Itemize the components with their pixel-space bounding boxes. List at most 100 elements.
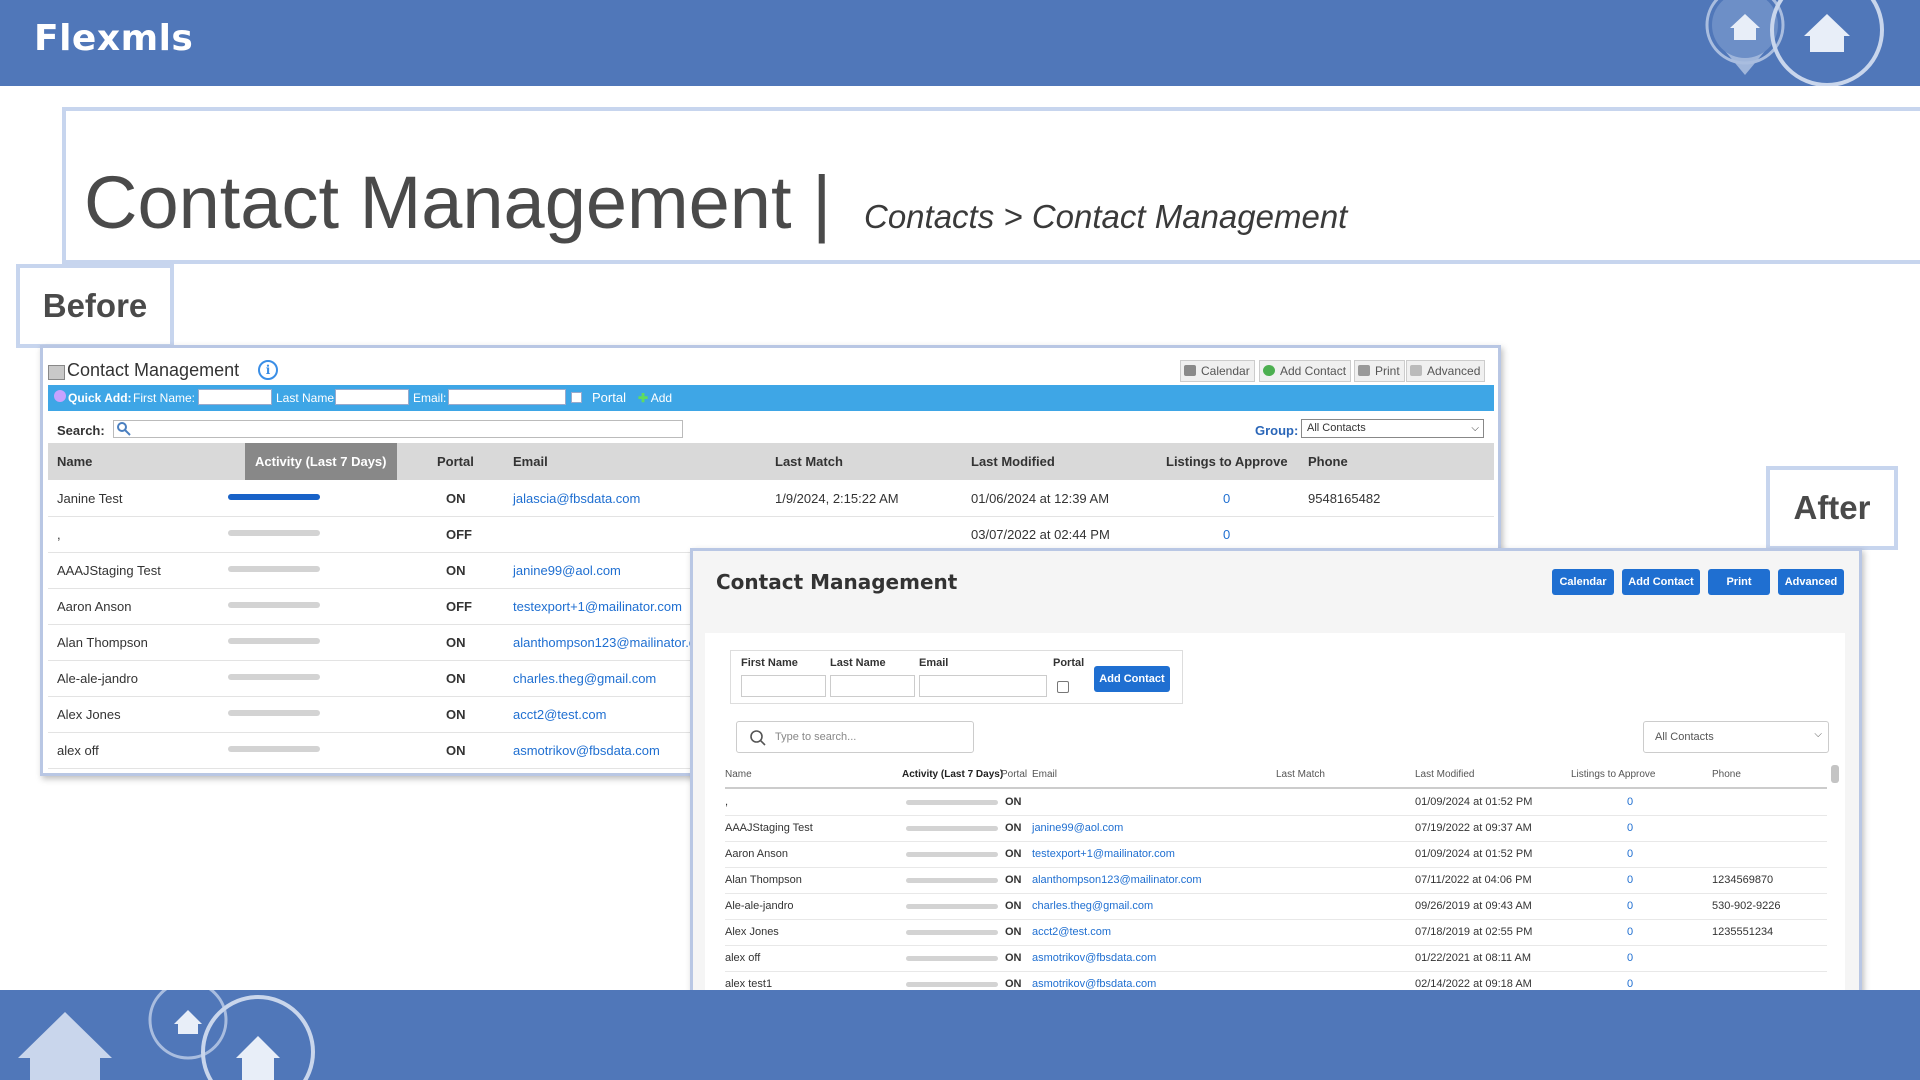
- quick-add-portal-checkbox[interactable]: [571, 392, 582, 403]
- contact-email[interactable]: asmotrikov@fbsdata.com: [1032, 952, 1156, 964]
- search-input[interactable]: Type to search...: [736, 721, 974, 753]
- new-col-email[interactable]: Email: [1032, 769, 1057, 780]
- portal-status: ON: [1005, 822, 1022, 834]
- contact-email[interactable]: janine99@aol.com: [513, 563, 621, 578]
- old-calendar-button[interactable]: Calendar: [1180, 360, 1255, 382]
- listings-to-approve[interactable]: 0: [1627, 796, 1633, 808]
- quick-add-label: Quick Add:: [68, 391, 132, 405]
- last-name-input[interactable]: [830, 675, 915, 697]
- contact-email[interactable]: alanthompson123@mailinator.c: [513, 635, 695, 650]
- contact-email[interactable]: asmotrikov@fbsdata.com: [513, 743, 660, 758]
- table-row[interactable]: AAAJStaging Test ON janine99@aol.com 07/19/…: [725, 815, 1827, 842]
- contact-name: Alan Thompson: [725, 874, 802, 886]
- col-listings-to-approve[interactable]: Listings to Approve: [1166, 454, 1288, 469]
- new-calendar-button[interactable]: Calendar: [1552, 569, 1614, 595]
- first-name-input[interactable]: [741, 675, 826, 697]
- table-row[interactable]: Ale-ale-jandro ON charles.theg@gmail.com 09…: [725, 893, 1827, 920]
- quick-add-last-name-input[interactable]: [335, 389, 409, 405]
- info-icon[interactable]: i: [258, 360, 278, 380]
- activity-bar: [228, 566, 320, 572]
- old-add-contact-button[interactable]: Add Contact: [1259, 360, 1352, 382]
- old-calendar-label: Calendar: [1201, 364, 1250, 378]
- last-modified: 07/19/2022 at 09:37 AM: [1415, 822, 1532, 834]
- col-activity[interactable]: Activity (Last 7 Days): [245, 443, 397, 480]
- contact-email[interactable]: acct2@test.com: [513, 707, 606, 722]
- activity-bar: [228, 638, 320, 644]
- table-row[interactable]: Alex Jones ON acct2@test.com 07/18/2019 at …: [725, 919, 1827, 946]
- old-print-button[interactable]: Print: [1354, 360, 1405, 382]
- contact-email[interactable]: jalascia@fbsdata.com: [513, 491, 640, 506]
- new-print-button[interactable]: Print: [1708, 569, 1770, 595]
- contact-name: Ale-ale-jandro: [725, 900, 794, 912]
- contact-email[interactable]: acct2@test.com: [1032, 926, 1111, 938]
- contact-name: Alex Jones: [725, 926, 779, 938]
- old-advanced-button[interactable]: Advanced: [1406, 360, 1486, 382]
- portal-checkbox[interactable]: [1057, 681, 1069, 693]
- contact-email[interactable]: alanthompson123@mailinator.com: [1032, 874, 1202, 886]
- quick-add-first-name-input[interactable]: [198, 389, 272, 405]
- group-select-value: All Contacts: [1307, 422, 1366, 434]
- old-add-contact-label: Add Contact: [1280, 364, 1347, 378]
- new-panel-title: Contact Management: [716, 570, 958, 594]
- listings-to-approve[interactable]: 0: [1627, 874, 1633, 886]
- contact-email[interactable]: janine99@aol.com: [1032, 822, 1123, 834]
- brand-logo: Flexmls: [34, 18, 194, 59]
- portal-status: ON: [1005, 952, 1022, 964]
- listings-to-approve[interactable]: 0: [1223, 527, 1230, 542]
- activity-bar: [228, 530, 320, 536]
- col-last-modified[interactable]: Last Modified: [971, 454, 1055, 469]
- table-row[interactable]: Alan Thompson ON alanthompson123@mailinato…: [725, 867, 1827, 894]
- contact-email[interactable]: testexport+1@mailinator.com: [1032, 848, 1175, 860]
- portal-status: ON: [1005, 926, 1022, 938]
- contact-name: AAAJStaging Test: [57, 563, 161, 578]
- listings-to-approve[interactable]: 0: [1627, 848, 1633, 860]
- group-select[interactable]: All Contacts ⌵: [1301, 419, 1484, 438]
- new-col-last-modified[interactable]: Last Modified: [1415, 769, 1474, 780]
- contact-email[interactable]: testexport+1@mailinator.com: [513, 599, 682, 614]
- table-scrollbar[interactable]: [1831, 765, 1839, 783]
- phone: 530-902-9226: [1712, 900, 1781, 912]
- listings-to-approve[interactable]: 0: [1627, 822, 1633, 834]
- listings-to-approve[interactable]: 0: [1627, 926, 1633, 938]
- quick-add-email-input[interactable]: [448, 389, 566, 405]
- new-advanced-button[interactable]: Advanced: [1778, 569, 1844, 595]
- group-filter-select[interactable]: All Contacts ⌵: [1643, 721, 1829, 753]
- col-email[interactable]: Email: [513, 454, 548, 469]
- last-modified: 07/18/2019 at 02:55 PM: [1415, 926, 1533, 938]
- new-col-activity[interactable]: Activity (Last 7 Days): [902, 769, 1003, 780]
- activity-bar: [228, 710, 320, 716]
- contact-name: alex off: [57, 743, 99, 758]
- new-col-last-match[interactable]: Last Match: [1276, 769, 1325, 780]
- quick-add-contact-button[interactable]: Add Contact: [1094, 666, 1170, 692]
- new-col-portal[interactable]: Portal: [1001, 769, 1027, 780]
- contact-name: ,: [57, 527, 61, 542]
- home-icon-decoration: [18, 990, 315, 1080]
- new-col-name[interactable]: Name: [725, 769, 752, 780]
- col-name[interactable]: Name: [57, 454, 92, 469]
- table-row[interactable]: alex off ON asmotrikov@fbsdata.com 01/22/20…: [725, 945, 1827, 972]
- quick-add-icon: [54, 390, 66, 402]
- col-phone[interactable]: Phone: [1308, 454, 1348, 469]
- listings-to-approve[interactable]: 0: [1627, 900, 1633, 912]
- new-col-listings-to-approve[interactable]: Listings to Approve: [1571, 769, 1656, 780]
- quick-add-bar: Quick Add: First Name: Last Name: Email:…: [48, 385, 1494, 411]
- listings-to-approve[interactable]: 0: [1627, 952, 1633, 964]
- email-input[interactable]: [919, 675, 1047, 697]
- listings-to-approve[interactable]: 0: [1627, 978, 1633, 990]
- contacts-icon: [48, 365, 65, 380]
- table-row[interactable]: Janine Test ON jalascia@fbsdata.com 1/9/202…: [48, 480, 1494, 517]
- last-modified: 01/09/2024 at 01:52 PM: [1415, 848, 1533, 860]
- quick-add-add-button[interactable]: ✚ Add: [638, 391, 672, 405]
- table-row[interactable]: , ON 01/09/2024 at 01:52 PM 0: [725, 789, 1827, 816]
- col-portal[interactable]: Portal: [437, 454, 474, 469]
- contact-email[interactable]: charles.theg@gmail.com: [1032, 900, 1153, 912]
- contact-email[interactable]: asmotrikov@fbsdata.com: [1032, 978, 1156, 990]
- new-add-contact-button[interactable]: Add Contact: [1622, 569, 1700, 595]
- listings-to-approve[interactable]: 0: [1223, 491, 1230, 506]
- new-col-phone[interactable]: Phone: [1712, 769, 1741, 780]
- last-modified: 01/22/2021 at 08:11 AM: [1415, 952, 1531, 964]
- old-search-input[interactable]: [113, 420, 683, 438]
- contact-email[interactable]: charles.theg@gmail.com: [513, 671, 656, 686]
- table-row[interactable]: Aaron Anson ON testexport+1@mailinator.com…: [725, 841, 1827, 868]
- col-last-match[interactable]: Last Match: [775, 454, 843, 469]
